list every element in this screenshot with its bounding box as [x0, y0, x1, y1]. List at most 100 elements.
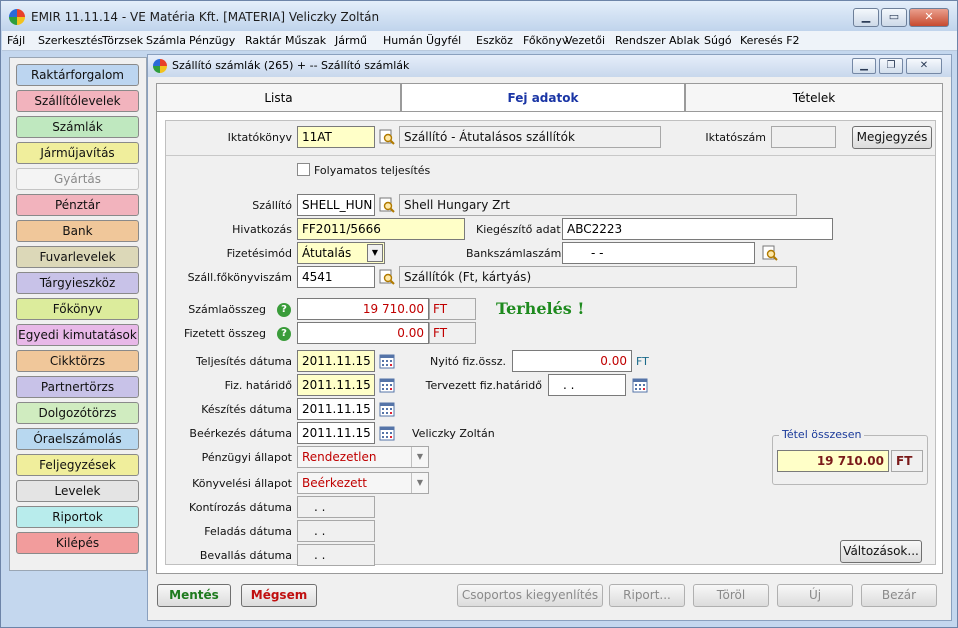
maximize-button[interactable]: ▭ — [881, 8, 907, 27]
beerkezes-label: Beérkezés dátuma — [189, 427, 292, 440]
menu-item[interactable]: Műszak — [285, 34, 326, 47]
iktatokonyv-code-input[interactable]: 11AT — [297, 126, 375, 148]
szallito-lookup-icon[interactable] — [379, 197, 395, 213]
kiegeszito-input[interactable]: ABC2223 — [562, 218, 833, 240]
menu-item[interactable]: Pénzügy — [189, 34, 235, 47]
bankszamla-input[interactable]: - - — [562, 242, 755, 264]
sidebar-item[interactable]: Kilépés — [16, 532, 139, 554]
chevron-down-icon[interactable]: ▼ — [411, 473, 428, 493]
iktatokonyv-label: Iktatókönyv — [227, 131, 292, 144]
sidebar-item[interactable]: Pénztár — [16, 194, 139, 216]
menu-item[interactable]: Szerkesztés — [38, 34, 103, 47]
menu-item[interactable]: Vezetői — [565, 34, 605, 47]
folyamatos-checkbox[interactable] — [297, 163, 310, 176]
menu-item[interactable]: Számla — [146, 34, 186, 47]
tetel-osszesen-value: 19 710.00 — [777, 450, 889, 472]
valtozasok-button[interactable]: Változások... — [840, 540, 922, 563]
szamlaosszeg-help-icon[interactable]: ? — [277, 303, 291, 317]
tetel-osszesen-unit: FT — [891, 450, 923, 472]
fizetesimod-select[interactable]: Átutalás ▼ — [297, 242, 385, 264]
menu-item[interactable]: Humán — [383, 34, 423, 47]
sidebar-item[interactable]: Raktárforgalom — [16, 64, 139, 86]
teljesites-calendar-icon[interactable] — [379, 353, 395, 369]
sidebar-item[interactable]: Tárgyieszköz — [16, 272, 139, 294]
szallito-label: Szállító — [252, 199, 292, 212]
torol-button[interactable]: Töröl — [693, 584, 769, 607]
sidebar-item[interactable]: Egyedi kimutatások — [16, 324, 139, 346]
menu-item[interactable]: Törzsek — [102, 34, 143, 47]
sidebar-item[interactable]: Gyártás — [16, 168, 139, 190]
penzugyi-select[interactable]: Rendezetlen ▼ — [297, 446, 429, 468]
fizhatarido-label: Fiz. határidő — [224, 379, 292, 392]
minimize-button[interactable]: ▁ — [853, 8, 879, 27]
fizetett-unit: FT — [429, 322, 476, 344]
menu-item[interactable]: Keresés F2 — [740, 34, 800, 47]
mentes-button[interactable]: Mentés — [157, 584, 231, 607]
sidebar: Raktárforgalom Szállítólevelek Számlák Járm… — [9, 57, 147, 571]
szamlaosszeg-input[interactable]: 19 710.00 — [297, 298, 429, 320]
megsem-button[interactable]: Mégsem — [241, 584, 317, 607]
menu-item[interactable]: Jármű — [335, 34, 367, 47]
sidebar-item[interactable]: Bank — [16, 220, 139, 242]
keszites-label: Készítés dátuma — [201, 403, 292, 416]
sidebar-item[interactable]: Főkönyv — [16, 298, 139, 320]
iktatokonyv-lookup-icon[interactable] — [379, 129, 395, 145]
szallito-code-input[interactable]: SHELL_HUN — [297, 194, 375, 216]
tab-tetelek[interactable]: Tételek — [685, 83, 943, 111]
chevron-down-icon[interactable]: ▼ — [367, 244, 383, 262]
sidebar-item[interactable]: Partnertörzs — [16, 376, 139, 398]
megjegyzes-button[interactable]: Megjegyzés — [852, 126, 932, 149]
fizetett-help-icon[interactable]: ? — [277, 327, 291, 341]
tervezett-calendar-icon[interactable] — [632, 377, 648, 393]
teljesites-date-input[interactable]: 2011.11.15 — [297, 350, 375, 372]
menu-item[interactable]: Ügyfél — [426, 34, 461, 47]
beerkezes-calendar-icon[interactable] — [379, 425, 395, 441]
menu-item[interactable]: Rendszer — [615, 34, 666, 47]
tab-fej-adatok[interactable]: Fej adatok — [401, 83, 685, 111]
sidebar-item[interactable]: Dolgozótörzs — [16, 402, 139, 424]
chevron-down-icon[interactable]: ▼ — [411, 447, 428, 467]
sidebar-item[interactable]: Járműjavítás — [16, 142, 139, 164]
sidebar-item[interactable]: Szállítólevelek — [16, 90, 139, 112]
sidebar-item[interactable]: Számlák — [16, 116, 139, 138]
bankszamla-lookup-icon[interactable] — [762, 245, 778, 261]
hivatkozas-input[interactable]: FF2011/5666 — [297, 218, 465, 240]
sidebar-item[interactable]: Fuvarlevelek — [16, 246, 139, 268]
feladas-date-field: . . — [297, 520, 375, 542]
konyvelesi-select[interactable]: Beérkezett ▼ — [297, 472, 429, 494]
fokonyv-code-input[interactable]: 4541 — [297, 266, 375, 288]
csoportos-kiegyenlites-button[interactable]: Csoportos kiegyenlítés — [457, 584, 603, 607]
close-button[interactable]: ✕ — [909, 8, 949, 27]
fokonyv-lookup-icon[interactable] — [379, 269, 395, 285]
uj-button[interactable]: Új — [777, 584, 853, 607]
tab-lista[interactable]: Lista — [156, 83, 401, 111]
sidebar-item[interactable]: Cikktörzs — [16, 350, 139, 372]
bezar-button[interactable]: Bezár — [861, 584, 937, 607]
menu-item[interactable]: Súgó — [704, 34, 732, 47]
inner-close-button[interactable]: ✕ — [906, 58, 942, 74]
riport-button[interactable]: Riport... — [609, 584, 685, 607]
nyito-input[interactable]: 0.00 — [512, 350, 632, 372]
inner-minimize-button[interactable]: ▁ — [852, 58, 876, 74]
beerkezes-user: Veliczky Zoltán — [412, 427, 495, 440]
sidebar-item[interactable]: Feljegyzések — [16, 454, 139, 476]
sidebar-item[interactable]: Levelek — [16, 480, 139, 502]
menu-item[interactable]: Raktár — [245, 34, 281, 47]
menu-item[interactable]: Eszköz — [476, 34, 513, 47]
menu-item[interactable]: Fájl — [7, 34, 25, 47]
sidebar-item[interactable]: Riportok — [16, 506, 139, 528]
inner-restore-button[interactable]: ❐ — [879, 58, 903, 74]
teljesites-label: Teljesítés dátuma — [195, 355, 292, 368]
menu-item[interactable]: Ablak — [669, 34, 700, 47]
fizhatarido-date-input[interactable]: 2011.11.15 — [297, 374, 375, 396]
fizetett-input[interactable]: 0.00 — [297, 322, 429, 344]
tervezett-date-input[interactable]: . . — [548, 374, 626, 396]
fizhatarido-calendar-icon[interactable] — [379, 377, 395, 393]
keszites-date-input[interactable]: 2011.11.15 — [297, 398, 375, 420]
sidebar-item[interactable]: Óraelszámolás — [16, 428, 139, 450]
menu-item[interactable]: Főkönyv — [523, 34, 568, 47]
tervezett-label: Tervezett fiz.határidő — [425, 379, 542, 392]
keszites-calendar-icon[interactable] — [379, 401, 395, 417]
beerkezes-date-input[interactable]: 2011.11.15 — [297, 422, 375, 444]
fizetett-label: Fizetett összeg — [183, 327, 266, 340]
